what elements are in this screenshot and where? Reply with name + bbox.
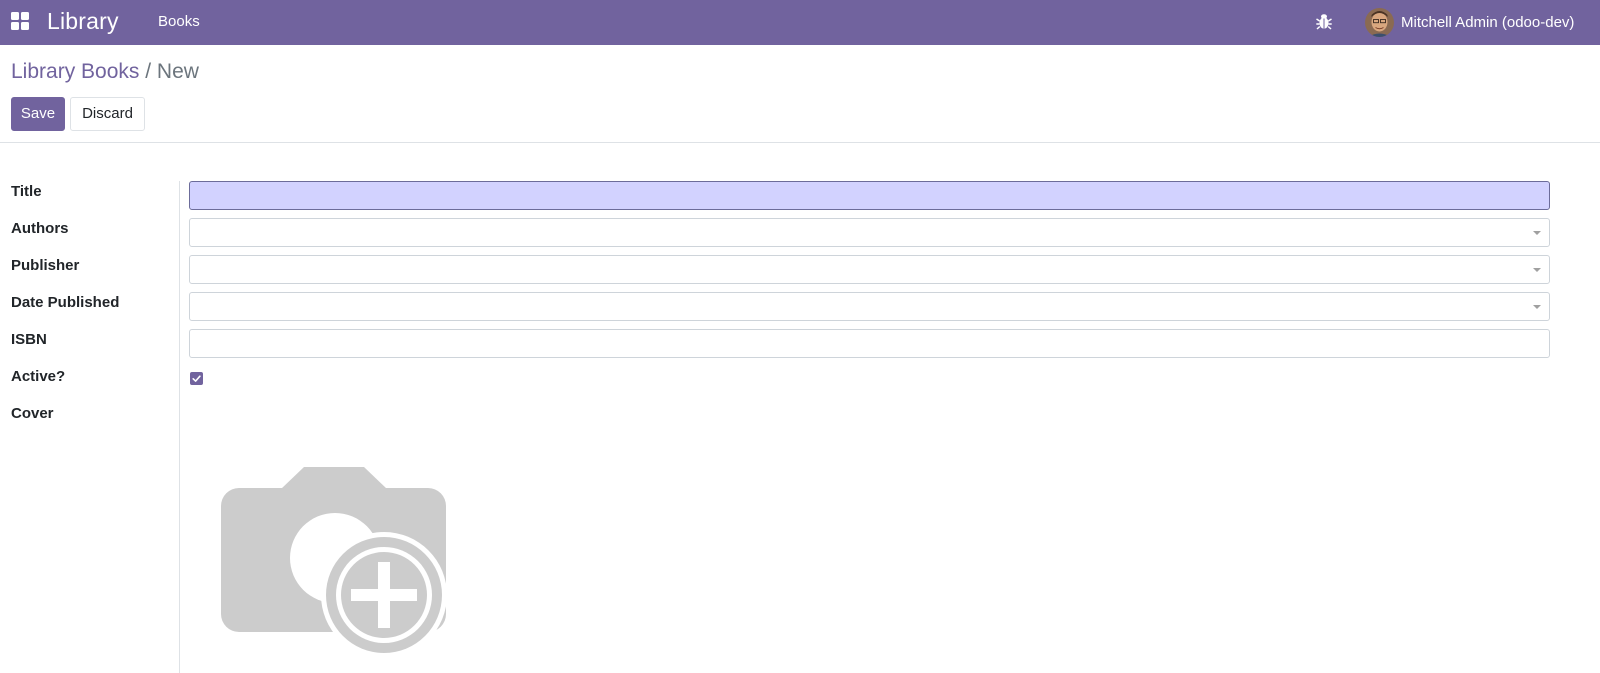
date-published-label: Date Published [11,294,120,311]
user-name: Mitchell Admin (odoo-dev) [1401,13,1575,31]
date-published-field[interactable] [189,292,1550,321]
form-column-divider [179,181,180,673]
user-menu[interactable]: Mitchell Admin (odoo-dev) [1365,7,1574,37]
authors-dropdown-caret-icon[interactable] [1533,231,1541,235]
title-field[interactable] [189,181,1550,210]
top-navbar: Library Books Mitchell Admin (odoo-dev) [0,0,1600,45]
user-avatar [1365,7,1394,37]
title-label: Title [11,183,42,200]
breadcrumb: Library Books / New [11,58,199,86]
breadcrumb-separator: / [145,60,152,83]
control-panel-divider [0,142,1600,143]
save-button[interactable]: Save [11,97,65,131]
checkmark-icon [192,375,201,382]
cover-label: Cover [11,405,54,422]
isbn-field[interactable] [189,329,1550,358]
authors-field[interactable] [189,218,1550,247]
camera-plus-icon[interactable] [221,455,446,655]
publisher-dropdown-caret-icon[interactable] [1533,268,1541,272]
publisher-label: Publisher [11,257,80,274]
menu-books[interactable]: Books [158,12,200,32]
discard-button[interactable]: Discard [70,97,145,131]
breadcrumb-current: New [156,60,199,83]
date-published-dropdown-caret-icon[interactable] [1533,305,1541,309]
app-name[interactable]: Library [47,6,119,36]
breadcrumb-parent[interactable]: Library Books [11,60,139,83]
isbn-label: ISBN [11,331,47,348]
active-checkbox[interactable] [190,372,203,385]
authors-label: Authors [11,220,69,237]
apps-grid-icon[interactable] [11,12,29,30]
publisher-field[interactable] [189,255,1550,284]
bug-icon[interactable] [1316,12,1332,30]
active-label: Active? [11,368,66,385]
